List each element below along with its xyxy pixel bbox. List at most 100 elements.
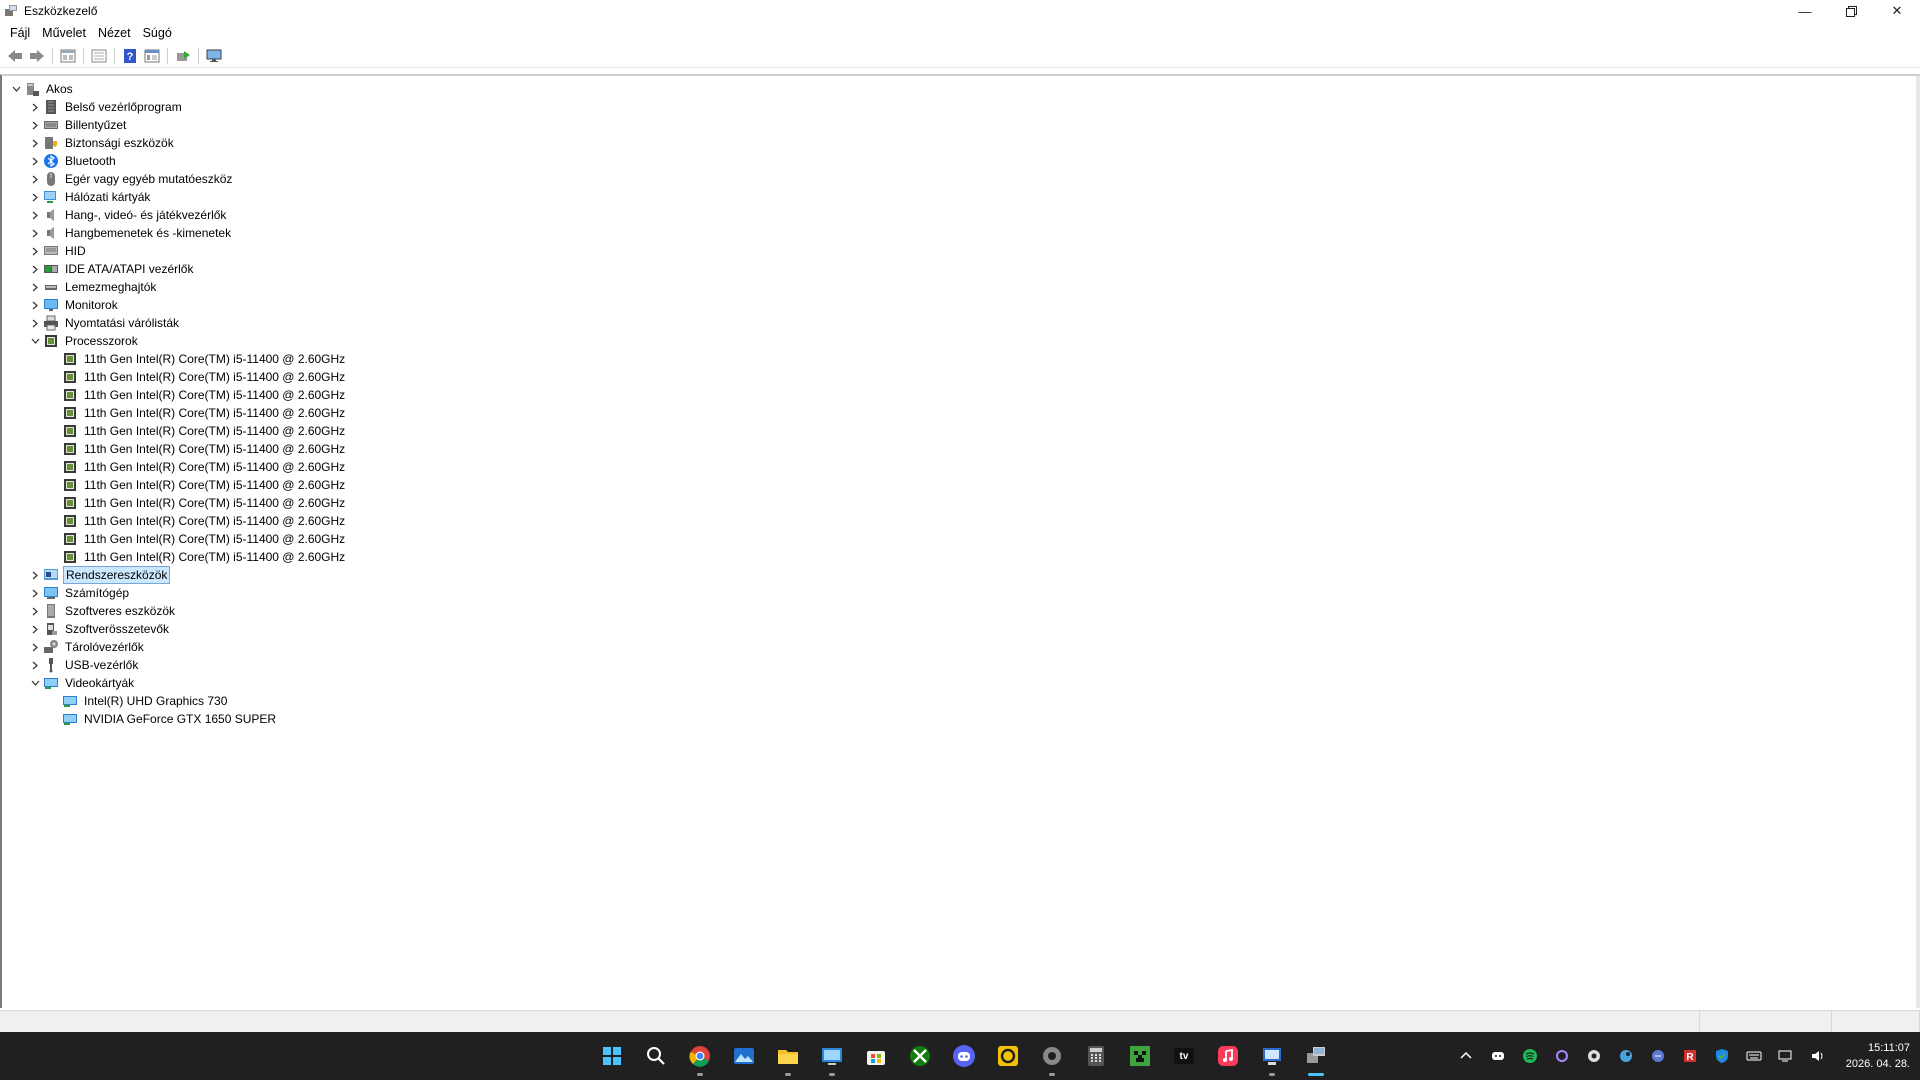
tree-device[interactable]: 11th Gen Intel(R) Core(TM) i5-11400 @ 2.… bbox=[8, 494, 347, 512]
vertical-scrollbar[interactable] bbox=[1916, 76, 1920, 1008]
taskbar-app-microsoft-store[interactable] bbox=[854, 1034, 898, 1078]
taskbar-app-search[interactable] bbox=[634, 1034, 678, 1078]
tree-device[interactable]: NVIDIA GeForce GTX 1650 SUPER bbox=[8, 710, 347, 728]
tray-app-button[interactable] bbox=[1546, 1040, 1578, 1072]
help-button[interactable]: ? bbox=[119, 46, 141, 66]
tree-device[interactable]: 11th Gen Intel(R) Core(TM) i5-11400 @ 2.… bbox=[8, 548, 347, 566]
back-button[interactable] bbox=[4, 46, 26, 66]
chevron-right-icon[interactable] bbox=[27, 296, 43, 314]
chevron-right-icon[interactable] bbox=[27, 638, 43, 656]
tree-category[interactable]: Számítógép bbox=[8, 584, 347, 602]
tree-device[interactable]: 11th Gen Intel(R) Core(TM) i5-11400 @ 2.… bbox=[8, 440, 347, 458]
tree-category[interactable]: HID bbox=[8, 242, 347, 260]
chevron-right-icon[interactable] bbox=[27, 206, 43, 224]
tree-category[interactable]: Szoftveres eszközök bbox=[8, 602, 347, 620]
tree-category[interactable]: Lemezmeghajtók bbox=[8, 278, 347, 296]
tree-category[interactable]: Hang-, videó- és játékvezérlők bbox=[8, 206, 347, 224]
tree-category[interactable]: Hálózati kártyák bbox=[8, 188, 347, 206]
menu-action[interactable]: Művelet bbox=[36, 26, 92, 40]
menu-help[interactable]: Súgó bbox=[137, 26, 178, 40]
tree-category[interactable]: Nyomtatási várólisták bbox=[8, 314, 347, 332]
network-tray-button[interactable] bbox=[1770, 1040, 1802, 1072]
vpn-tray-button[interactable] bbox=[1642, 1040, 1674, 1072]
chevron-down-icon[interactable] bbox=[8, 80, 24, 98]
tree-device[interactable]: 11th Gen Intel(R) Core(TM) i5-11400 @ 2.… bbox=[8, 530, 347, 548]
tree-category[interactable]: Rendszereszközök bbox=[8, 566, 347, 584]
chevron-right-icon[interactable] bbox=[27, 260, 43, 278]
tree-category[interactable]: Monitorok bbox=[8, 296, 347, 314]
r-tray-button[interactable]: R bbox=[1674, 1040, 1706, 1072]
chevron-right-icon[interactable] bbox=[27, 242, 43, 260]
chevron-right-icon[interactable] bbox=[27, 314, 43, 332]
minimize-button[interactable]: — bbox=[1782, 0, 1828, 22]
tree-device[interactable]: 11th Gen Intel(R) Core(TM) i5-11400 @ 2.… bbox=[8, 422, 347, 440]
tree-category[interactable]: Hangbemenetek és -kimenetek bbox=[8, 224, 347, 242]
restore-button[interactable] bbox=[1828, 0, 1874, 22]
chevron-right-icon[interactable] bbox=[27, 152, 43, 170]
spotify-tray-button[interactable] bbox=[1514, 1040, 1546, 1072]
menu-file[interactable]: Fájl bbox=[4, 26, 36, 40]
keyboard-tray-button[interactable] bbox=[1738, 1040, 1770, 1072]
taskbar-app-minecraft[interactable] bbox=[1118, 1034, 1162, 1078]
tree-category[interactable]: Videokártyák bbox=[8, 674, 347, 692]
update-driver-button[interactable] bbox=[172, 46, 194, 66]
chevron-right-icon[interactable] bbox=[27, 224, 43, 242]
taskbar-app-settings[interactable] bbox=[1030, 1034, 1074, 1078]
taskbar-app-remote-desktop[interactable] bbox=[810, 1034, 854, 1078]
tree-category[interactable]: Szoftverösszetevők bbox=[8, 620, 347, 638]
scan-hardware-button[interactable] bbox=[203, 46, 225, 66]
tree-category[interactable]: Bluetooth bbox=[8, 152, 347, 170]
taskbar-app-xbox[interactable] bbox=[898, 1034, 942, 1078]
chevron-right-icon[interactable] bbox=[27, 566, 43, 584]
close-button[interactable]: ✕ bbox=[1874, 0, 1920, 22]
tree-category[interactable]: USB-vezérlők bbox=[8, 656, 347, 674]
chevron-right-icon[interactable] bbox=[27, 188, 43, 206]
taskbar-app-chrome[interactable] bbox=[678, 1034, 722, 1078]
steam-tray-button[interactable] bbox=[1610, 1040, 1642, 1072]
tree-device[interactable]: 11th Gen Intel(R) Core(TM) i5-11400 @ 2.… bbox=[8, 458, 347, 476]
chevron-right-icon[interactable] bbox=[27, 278, 43, 296]
properties-button[interactable] bbox=[57, 46, 79, 66]
tree-category[interactable]: Tárolóvezérlők bbox=[8, 638, 347, 656]
tree-category[interactable]: Processzorok bbox=[8, 332, 347, 350]
discord-tray-button[interactable] bbox=[1482, 1040, 1514, 1072]
chevron-up-button[interactable] bbox=[1450, 1040, 1482, 1072]
taskbar-app-calculator[interactable] bbox=[1074, 1034, 1118, 1078]
tree-device[interactable]: Intel(R) UHD Graphics 730 bbox=[8, 692, 347, 710]
chevron-down-icon[interactable] bbox=[27, 674, 43, 692]
show-hide-tree-button[interactable] bbox=[88, 46, 110, 66]
volume-tray-button[interactable] bbox=[1802, 1040, 1834, 1072]
tree-category[interactable]: Belső vezérlőprogram bbox=[8, 98, 347, 116]
chevron-right-icon[interactable] bbox=[27, 98, 43, 116]
tree-device[interactable]: 11th Gen Intel(R) Core(TM) i5-11400 @ 2.… bbox=[8, 350, 347, 368]
tree-device[interactable]: 11th Gen Intel(R) Core(TM) i5-11400 @ 2.… bbox=[8, 386, 347, 404]
tree-device[interactable]: 11th Gen Intel(R) Core(TM) i5-11400 @ 2.… bbox=[8, 404, 347, 422]
chevron-right-icon[interactable] bbox=[27, 116, 43, 134]
action-view-button[interactable] bbox=[141, 46, 163, 66]
tree-device[interactable]: 11th Gen Intel(R) Core(TM) i5-11400 @ 2.… bbox=[8, 476, 347, 494]
tree-category[interactable]: Billentyűzet bbox=[8, 116, 347, 134]
tree-category[interactable]: Egér vagy egyéb mutatóeszköz bbox=[8, 170, 347, 188]
chevron-down-icon[interactable] bbox=[27, 332, 43, 350]
chrome-tray-button[interactable] bbox=[1578, 1040, 1610, 1072]
tree-device[interactable]: 11th Gen Intel(R) Core(TM) i5-11400 @ 2.… bbox=[8, 512, 347, 530]
menu-view[interactable]: Nézet bbox=[92, 26, 137, 40]
tree-device[interactable]: 11th Gen Intel(R) Core(TM) i5-11400 @ 2.… bbox=[8, 368, 347, 386]
chevron-right-icon[interactable] bbox=[27, 656, 43, 674]
chevron-right-icon[interactable] bbox=[27, 584, 43, 602]
chevron-right-icon[interactable] bbox=[27, 620, 43, 638]
taskbar-app-discord[interactable] bbox=[942, 1034, 986, 1078]
tree-category[interactable]: IDE ATA/ATAPI vezérlők bbox=[8, 260, 347, 278]
forward-button[interactable] bbox=[26, 46, 48, 66]
defender-tray-button[interactable] bbox=[1706, 1040, 1738, 1072]
taskbar-app-device-manager[interactable] bbox=[1294, 1034, 1338, 1078]
chevron-right-icon[interactable] bbox=[27, 170, 43, 188]
taskbar-app-apple-tv[interactable]: tv bbox=[1162, 1034, 1206, 1078]
taskbar-app-control-panel[interactable] bbox=[1250, 1034, 1294, 1078]
tree-root-computer[interactable]: Akos bbox=[8, 80, 347, 98]
chevron-right-icon[interactable] bbox=[27, 134, 43, 152]
taskbar-app-sync-app[interactable] bbox=[986, 1034, 1030, 1078]
taskbar-app-photos[interactable] bbox=[722, 1034, 766, 1078]
taskbar-app-apple-music[interactable] bbox=[1206, 1034, 1250, 1078]
clock[interactable]: 15:11:07 2026. 04. 28. bbox=[1846, 1040, 1910, 1072]
